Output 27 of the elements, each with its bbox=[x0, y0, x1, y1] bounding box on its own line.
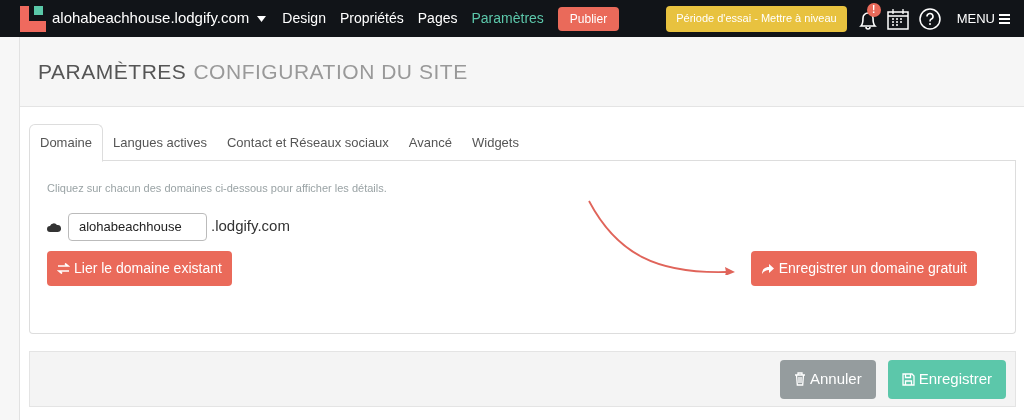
alert-badge: ! bbox=[866, 2, 881, 17]
trash-icon bbox=[793, 372, 806, 386]
logo-icon[interactable] bbox=[20, 5, 46, 32]
tab[interactable]: Avancé bbox=[398, 124, 462, 161]
nav-link[interactable]: Design bbox=[282, 8, 326, 29]
nav-link[interactable]: Paramètres bbox=[471, 8, 544, 29]
menu-icon bbox=[999, 13, 1010, 24]
subdomain-field[interactable]: alohabeachhouse bbox=[68, 212, 207, 241]
caret-icon[interactable] bbox=[257, 15, 267, 22]
tab[interactable]: Domaine bbox=[29, 124, 104, 162]
tab[interactable]: Langues actives bbox=[103, 124, 217, 161]
swap-arrows-icon bbox=[57, 262, 70, 274]
nav-link[interactable]: Propriétés bbox=[339, 8, 404, 29]
cloud-icon bbox=[47, 221, 61, 232]
nav-link[interactable]: Pages bbox=[417, 8, 458, 29]
help-icon[interactable] bbox=[918, 7, 941, 30]
domain-suffix: .lodgify.com bbox=[211, 216, 290, 237]
menu-button[interactable]: MENU bbox=[956, 8, 1010, 29]
tab[interactable]: Contact et Réseaux sociaux bbox=[217, 124, 399, 161]
share-arrow-icon bbox=[760, 262, 774, 274]
page-subtitle: CONFIGURATION DU SITE bbox=[193, 58, 468, 85]
tab[interactable]: Widgets bbox=[462, 124, 529, 161]
site-name[interactable]: alohabeachhouse.lodgify.com bbox=[52, 7, 250, 30]
page-title: PARAMÈTRES bbox=[38, 58, 187, 85]
hint-text: Cliquez sur chacun des domaines ci-dessous pour afficher les détails. bbox=[47, 181, 388, 196]
calendar-icon[interactable] bbox=[886, 7, 909, 30]
floppy-icon bbox=[901, 372, 915, 386]
